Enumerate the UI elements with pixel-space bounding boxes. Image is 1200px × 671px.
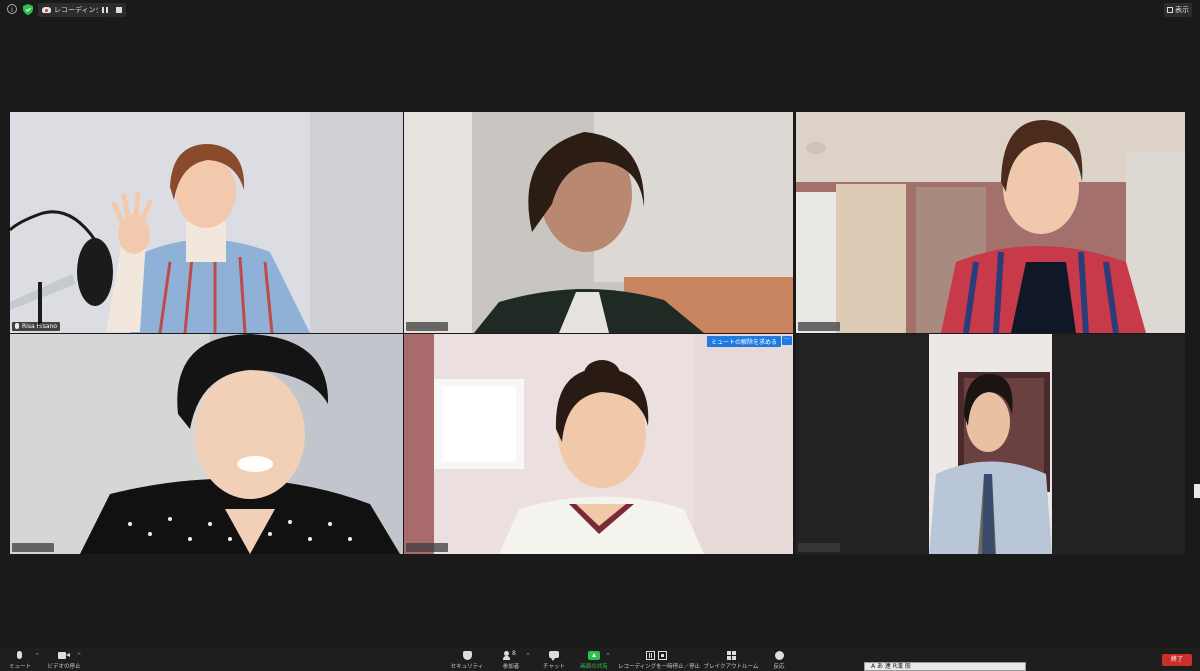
participant-video xyxy=(796,112,1185,333)
grid-view-icon xyxy=(1167,7,1173,13)
participant-video xyxy=(404,112,793,333)
participant-video xyxy=(404,334,793,554)
participants-options-caret-icon[interactable]: ^ xyxy=(526,653,530,659)
participant-video xyxy=(796,334,1185,554)
reactions-label: 反応 xyxy=(773,664,785,670)
video-camera-icon xyxy=(58,651,70,661)
view-button[interactable]: 表示 xyxy=(1164,3,1192,17)
chat-label: チャット xyxy=(543,664,565,670)
audio-options-caret-icon[interactable]: ^ xyxy=(35,653,39,659)
recording-controls-button[interactable]: レコーディングを一時停止／停止 xyxy=(618,651,701,670)
pause-recording-button[interactable] xyxy=(98,3,112,17)
participant-name-tag: Risa Hisano xyxy=(12,322,61,331)
video-tile-3[interactable] xyxy=(796,112,1185,333)
participants-label: 参加者 xyxy=(502,664,520,670)
participant-name-tag xyxy=(798,543,840,552)
meeting-info-icon[interactable]: i xyxy=(7,4,17,14)
cloud-recording-icon xyxy=(42,7,51,13)
security-button[interactable]: セキュリティ xyxy=(449,651,485,670)
more-options-button[interactable]: ··· xyxy=(782,336,792,345)
top-bar: i レコーディング... 表示 xyxy=(0,0,1200,20)
reactions-button[interactable]: 反応 xyxy=(768,651,790,670)
video-tile-5[interactable]: ミュートの解除を求める ··· xyxy=(404,334,793,554)
mute-button[interactable]: ミュート xyxy=(6,651,34,670)
request-unmute-button[interactable]: ミュートの解除を求める xyxy=(706,336,781,347)
recording-controls-label: レコーディングを一時停止／停止 xyxy=(618,664,701,670)
participant-video xyxy=(10,334,403,554)
chat-button[interactable]: チャット xyxy=(540,651,568,670)
share-options-caret-icon[interactable]: ^ xyxy=(606,653,610,659)
breakout-rooms-button[interactable]: ブレイクアウトルーム xyxy=(702,651,760,670)
share-screen-icon xyxy=(588,651,600,661)
pause-stop-recording-icon xyxy=(646,651,668,661)
mic-icon xyxy=(15,323,19,329)
video-tile-1[interactable]: Risa Hisano xyxy=(10,112,403,333)
participant-video xyxy=(10,112,403,333)
participant-name-tag xyxy=(798,322,840,331)
security-shield-icon xyxy=(462,651,472,661)
view-label: 表示 xyxy=(1175,6,1189,14)
video-tile-2[interactable] xyxy=(404,112,793,333)
breakout-rooms-icon xyxy=(726,651,736,661)
video-tile-6[interactable] xyxy=(796,334,1185,554)
encryption-shield-icon[interactable] xyxy=(23,4,33,15)
window-edge xyxy=(1194,484,1200,498)
participant-name-tag xyxy=(406,543,448,552)
ime-mode-text: A あ 連 R漢 般 xyxy=(871,663,911,670)
participants-count: 8 xyxy=(512,650,516,657)
participant-name: Risa Hisano xyxy=(22,323,58,330)
smiley-icon xyxy=(774,651,784,661)
participant-name-tag xyxy=(12,543,54,552)
end-meeting-button[interactable]: 終了 xyxy=(1162,654,1192,666)
share-screen-label: 画面の共有 xyxy=(580,664,608,670)
chat-bubble-icon xyxy=(549,651,559,661)
stop-video-label: ビデオの停止 xyxy=(47,664,81,670)
breakout-rooms-label: ブレイクアウトルーム xyxy=(703,664,759,670)
recording-indicator[interactable]: レコーディング... xyxy=(38,3,109,17)
participants-button[interactable]: 8 参加者 xyxy=(499,650,523,670)
microphone-icon xyxy=(17,651,23,661)
participant-name-tag xyxy=(406,322,448,331)
stop-recording-button[interactable] xyxy=(112,3,126,17)
security-label: セキュリティ xyxy=(450,664,484,670)
video-tile-4[interactable] xyxy=(10,334,403,554)
video-options-caret-icon[interactable]: ^ xyxy=(77,653,81,659)
mute-label: ミュート xyxy=(8,664,31,670)
participants-icon: 8 xyxy=(503,650,518,661)
ime-language-bar[interactable]: A あ 連 R漢 般 xyxy=(864,662,1026,671)
